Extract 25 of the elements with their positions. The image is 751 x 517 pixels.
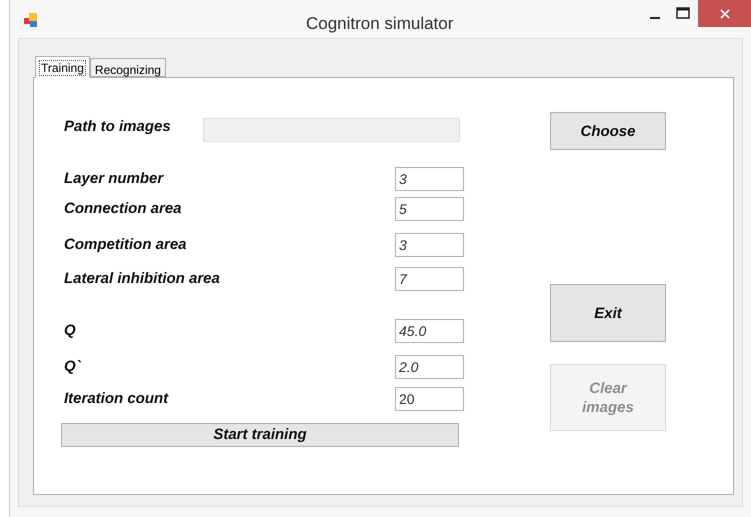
app-icon [23, 12, 39, 28]
field-label: Connection area [64, 198, 182, 219]
input-field[interactable]: 3 [395, 167, 464, 191]
input-field[interactable]: 5 [395, 197, 464, 221]
input-field[interactable]: 3 [395, 233, 464, 257]
input-field[interactable]: 7 [395, 267, 464, 291]
field-label: Q` [64, 356, 81, 377]
field-label: Layer number [64, 168, 164, 189]
field-label: Iteration count [64, 388, 168, 409]
input-field[interactable]: 45.0 [395, 319, 464, 343]
window-title: Cognitron simulator [306, 13, 454, 35]
field-label: Path to images [64, 117, 172, 137]
tab[interactable]: Recognizing [90, 58, 166, 77]
maximize-icon[interactable] [676, 7, 690, 19]
action-button[interactable]: Exit [550, 284, 666, 342]
tab[interactable]: Training [35, 56, 90, 78]
field-label: Lateral inhibition area [64, 268, 220, 289]
action-button[interactable]: Choose [550, 112, 666, 150]
close-button[interactable] [698, 0, 751, 27]
input-field[interactable]: 20 [395, 387, 464, 411]
field-label: Q [64, 320, 76, 341]
close-icon [720, 8, 730, 18]
input-field[interactable]: 2.0 [395, 355, 464, 379]
start-training-button[interactable]: Start training [61, 423, 459, 447]
field-label: Competition area [64, 234, 187, 255]
